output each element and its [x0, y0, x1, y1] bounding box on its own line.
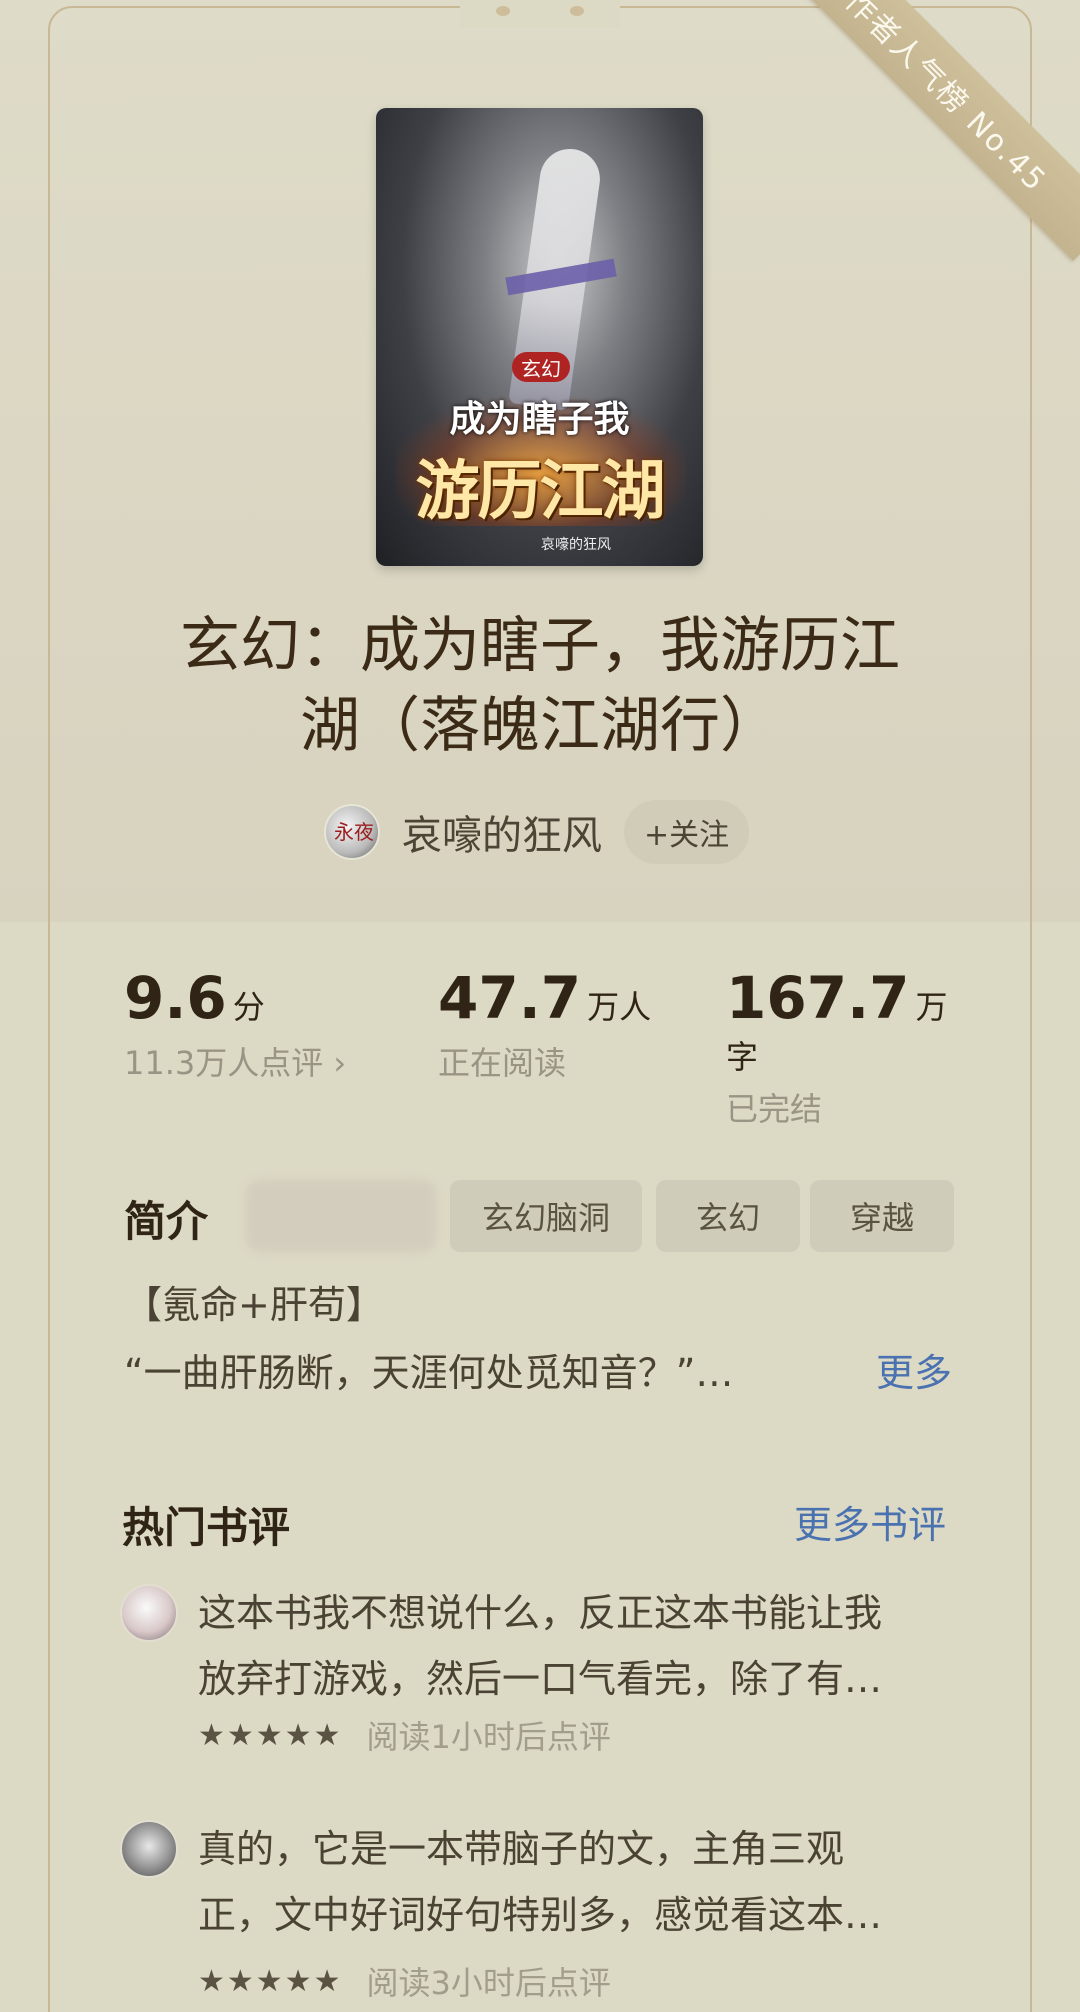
intro-more-link[interactable]: 更多 — [876, 1342, 952, 1397]
author-avatar-text: 永夜 — [334, 820, 374, 844]
intro-header: 简介 玄幻脑洞 玄幻 穿越 — [124, 1180, 960, 1252]
review-text-line2: 正，文中好词好句特别多，感觉看这本… — [198, 1893, 883, 1937]
cover-title-line1: 成为瞎子我 — [449, 398, 630, 440]
review-meta: ★★★★★ 阅读3小时后点评 — [198, 1958, 611, 2004]
review-item[interactable]: 真的，它是一本带脑子的文，主角三观 正，文中好词好句特别多，感觉看这本… ★★★… — [120, 1816, 960, 2006]
review-meta: ★★★★★ 阅读1小时后点评 — [198, 1712, 611, 1758]
frame-ornament — [460, 0, 620, 28]
star-rating-icon: ★★★★★ — [198, 1963, 343, 1999]
author-row: 永夜 哀嚎的狂风 +关注 — [324, 796, 750, 868]
completion-status: 已完结 — [726, 1090, 823, 1128]
review-read-time: 阅读3小时后点评 — [366, 1964, 611, 2002]
review-item[interactable]: 这本书我不想说什么，反正这本书能让我 放弃打游戏，然后一口气看完，除了有… ★★… — [120, 1580, 960, 1760]
book-cover[interactable]: 玄幻 成为瞎子我 游历江湖 哀嚎的狂风 — [376, 108, 703, 566]
reviewer-avatar[interactable] — [120, 1584, 178, 1642]
readers-value: 47.7 — [438, 964, 582, 1032]
book-title-line1: 玄幻：成为瞎子，我游历江 — [180, 611, 900, 681]
tag-chuanyue[interactable]: 穿越 — [810, 1180, 954, 1252]
readers-unit: 万人 — [587, 988, 652, 1026]
reviewer-avatar[interactable] — [120, 1820, 178, 1878]
author-avatar[interactable]: 永夜 — [324, 804, 380, 860]
review-read-time: 阅读1小时后点评 — [366, 1718, 611, 1756]
star-rating-icon: ★★★★★ — [198, 1717, 343, 1753]
intro-text-line2: “一曲肝肠断，天涯何处觅知音？”… — [124, 1351, 734, 1395]
book-stats: 9.6 分 11.3万人点评 › 47.7 万人 正在阅读 167.7 万字 已完结 — [124, 964, 964, 1128]
cover-author: 哀嚎的狂风 — [541, 537, 611, 553]
review-text-line2: 放弃打游戏，然后一口气看完，除了有… — [198, 1657, 883, 1701]
more-reviews-link[interactable]: 更多书评 — [794, 1494, 946, 1549]
rating-value: 9.6 — [124, 964, 227, 1032]
cover-title-line2: 游历江湖 — [415, 454, 666, 529]
review-text: 这本书我不想说什么，反正这本书能让我 放弃打游戏，然后一口气看完，除了有… — [198, 1580, 958, 1712]
intro-heading: 简介 — [124, 1197, 209, 1246]
readers-label: 正在阅读 — [438, 1044, 567, 1082]
rating-unit: 分 — [232, 988, 265, 1026]
book-title: 玄幻：成为瞎子，我游历江 湖（落魄江湖行） — [120, 606, 960, 766]
hot-reviews-heading: 热门书评 — [122, 1503, 291, 1552]
cover-genre-badge: 玄幻 — [512, 352, 570, 382]
follow-button[interactable]: +关注 — [624, 800, 750, 864]
tag-xuanhuan[interactable]: 玄幻 — [656, 1180, 800, 1252]
intro-text-line1: 【氪命+肝苟】 — [124, 1283, 384, 1327]
review-text: 真的，它是一本带脑子的文，主角三观 正，文中好词好句特别多，感觉看这本… — [198, 1816, 958, 1948]
stat-word-count: 167.7 万字 已完结 — [726, 964, 964, 1130]
book-title-line2: 湖（落魄江湖行） — [300, 691, 780, 761]
author-name[interactable]: 哀嚎的狂风 — [402, 803, 602, 861]
stat-readers: 47.7 万人 正在阅读 — [438, 964, 651, 1084]
word-count-value: 167.7 — [726, 964, 910, 1032]
blurred-tag[interactable] — [246, 1180, 436, 1252]
tag-xuanhuan-naodong[interactable]: 玄幻脑洞 — [450, 1180, 642, 1252]
rating-count: 11.3万人点评 › — [124, 1044, 347, 1082]
stat-rating[interactable]: 9.6 分 11.3万人点评 › — [124, 964, 346, 1084]
review-text-line1: 这本书我不想说什么，反正这本书能让我 — [198, 1591, 883, 1635]
review-text-line1: 真的，它是一本带脑子的文，主角三观 — [198, 1827, 845, 1871]
